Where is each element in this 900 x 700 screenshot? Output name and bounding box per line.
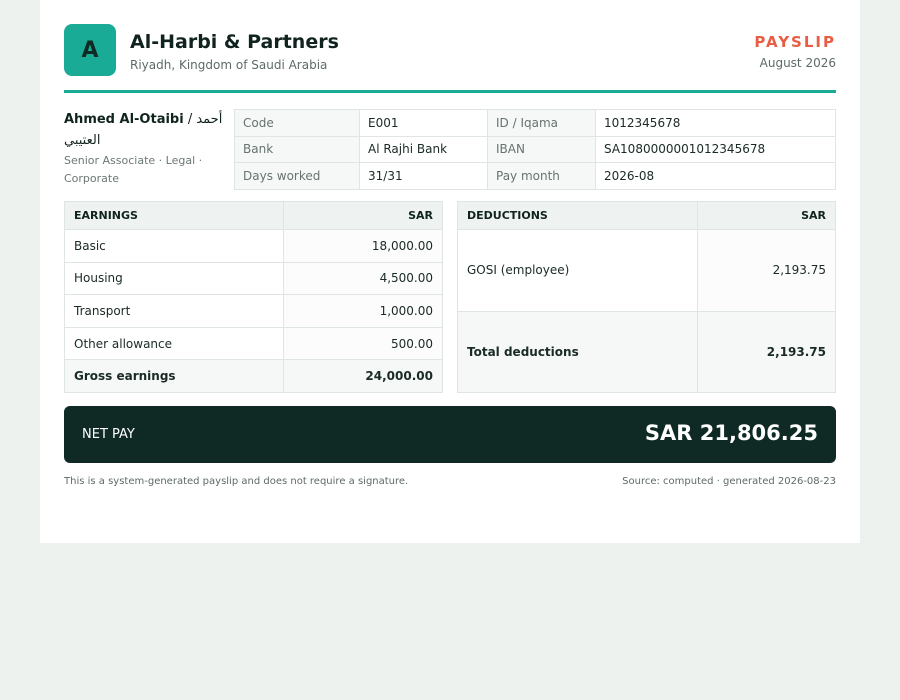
document-period: August 2026 [759,56,836,70]
company-logo: A [64,24,116,76]
detail-label: Code [234,109,360,137]
detail-value: 2026-08 [595,162,836,190]
earnings-total-row: Gross earnings 24,000.00 [64,359,443,393]
earning-label: Transport [64,294,284,328]
earning-amount: 4,500.00 [283,261,443,296]
table-row: Transport 1,000.00 [64,294,443,328]
detail-label: ID / Iqama [487,109,596,137]
payslip-header: A Al-Harbi & Partners Riyadh, Kingdom of… [64,24,836,90]
detail-value: E001 [359,109,488,137]
employee-section: Ahmed Al-Otaibi / أحمد العتيبي Senior As… [64,109,836,190]
header-divider [64,90,836,93]
detail-value: 31/31 [359,162,488,190]
net-pay-label: NET PAY [82,427,135,442]
footer-note: This is a system-generated payslip and d… [64,476,409,487]
employee-info: Ahmed Al-Otaibi / أحمد العتيبي Senior As… [64,109,224,188]
total-deductions-amount: 2,193.75 [697,310,836,393]
detail-label: Bank [234,135,360,164]
deduction-label: GOSI (employee) [457,229,698,312]
details-row: Bank Al Rajhi Bank IBAN SA10800000010123… [234,135,836,164]
deduction-amount: 2,193.75 [697,229,836,312]
deductions-table: DEDUCTIONS SAR GOSI (employee) 2,193.75 … [457,201,836,393]
employee-details-table: Code E001 ID / Iqama 1012345678 Bank Al … [234,109,836,190]
deductions-total-row: Total deductions 2,193.75 [457,310,836,393]
deductions-currency: SAR [697,201,836,230]
payslip-sheet: A Al-Harbi & Partners Riyadh, Kingdom of… [40,0,860,543]
earnings-currency: SAR [283,201,443,230]
company-name: Al-Harbi & Partners [130,31,339,53]
earning-label: Housing [64,261,284,296]
earning-label: Other allowance [64,326,284,361]
detail-value: 1012345678 [595,109,836,137]
gross-earnings-label: Gross earnings [64,359,284,393]
table-row: Other allowance 500.00 [64,326,443,361]
payslip-footer: This is a system-generated payslip and d… [64,476,836,496]
employee-name-en: Ahmed Al-Otaibi [64,112,184,127]
earning-amount: 1,000.00 [283,294,443,328]
company-address: Riyadh, Kingdom of Saudi Arabia [130,58,328,72]
net-pay-banner: NET PAY SAR 21,806.25 [64,406,836,463]
deductions-header: DEDUCTIONS [457,201,698,230]
details-row: Code E001 ID / Iqama 1012345678 [234,109,836,137]
total-deductions-label: Total deductions [457,310,698,393]
table-row: Housing 4,500.00 [64,261,443,296]
deductions-header-row: DEDUCTIONS SAR [457,201,836,230]
earning-amount: 500.00 [283,326,443,361]
detail-value: Al Rajhi Bank [359,135,488,164]
pay-tables: EARNINGS SAR Basic 18,000.00 Housing 4,5… [64,201,836,393]
earning-label: Basic [64,229,284,263]
earnings-header-row: EARNINGS SAR [64,201,443,230]
earnings-table: EARNINGS SAR Basic 18,000.00 Housing 4,5… [64,201,443,393]
employee-role: Senior Associate · Legal · Corporate [64,154,203,185]
net-pay-value: SAR 21,806.25 [644,421,818,445]
footer-source: Source: computed · generated 2026-08-23 [622,476,836,487]
document-title: PAYSLIP [754,33,836,51]
employee-name: Ahmed Al-Otaibi / أحمد العتيبي [64,109,224,151]
detail-label: IBAN [487,135,596,164]
table-row: Basic 18,000.00 [64,229,443,263]
details-row: Days worked 31/31 Pay month 2026-08 [234,162,836,190]
earning-amount: 18,000.00 [283,229,443,263]
table-row: GOSI (employee) 2,193.75 [457,229,836,312]
gross-earnings-amount: 24,000.00 [283,359,443,393]
earnings-header: EARNINGS [64,201,284,230]
detail-label: Days worked [234,162,360,190]
detail-label: Pay month [487,162,596,190]
detail-value: SA1080000001012345678 [595,135,836,164]
employee-name-separator: / [183,112,197,127]
